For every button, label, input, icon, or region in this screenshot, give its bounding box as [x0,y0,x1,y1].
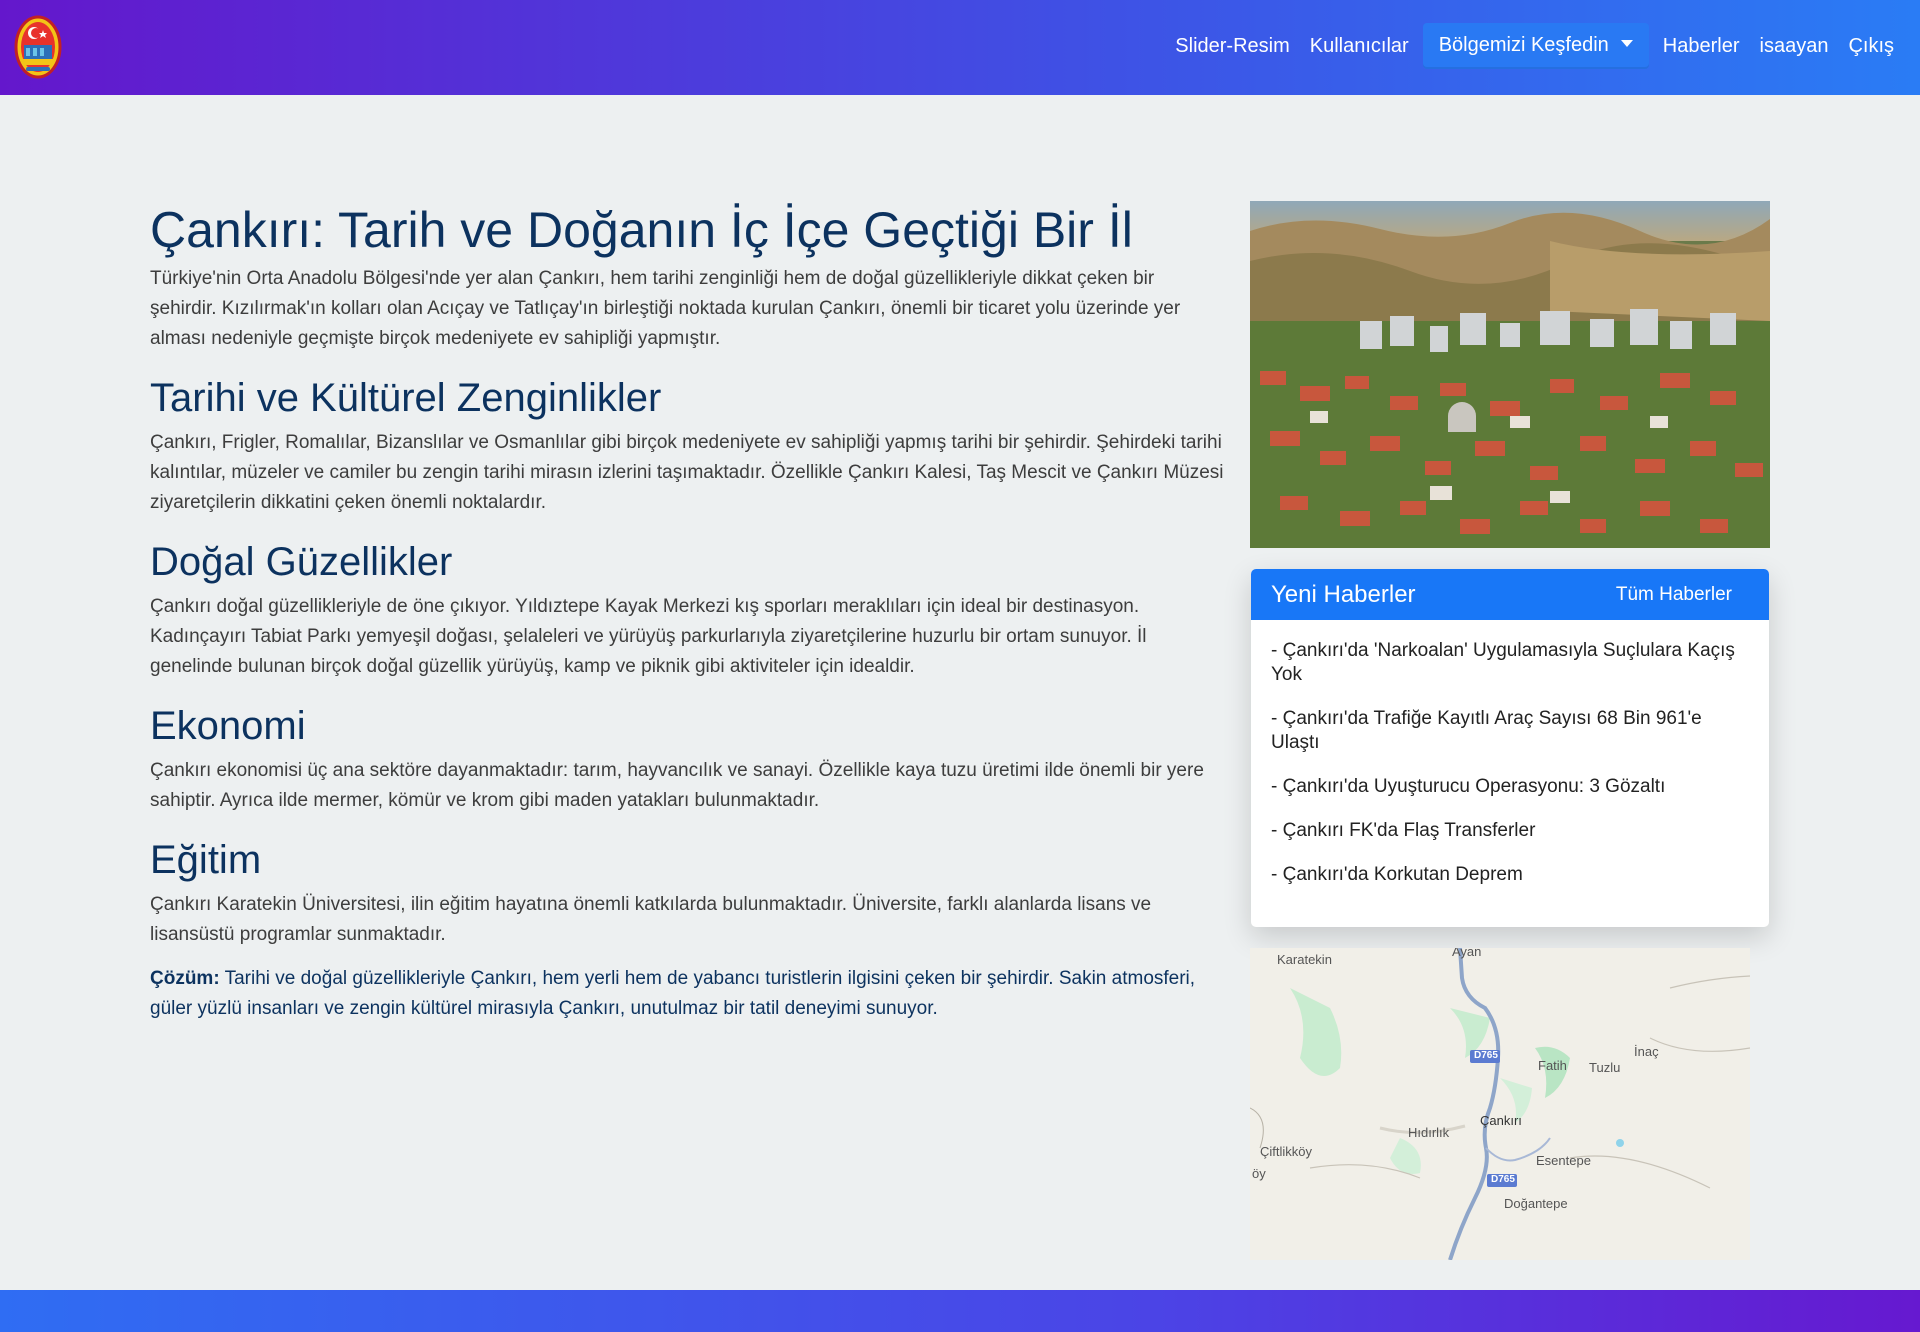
news-card: Yeni Haberler Tüm Haberler - Çankırı'da … [1251,569,1769,927]
news-item[interactable]: - Çankırı'da 'Narkoalan' Uygulamasıyla S… [1271,639,1749,687]
nav-menu: Slider-Resim Kullanıcılar Bölgemizi Keşf… [1165,22,1904,70]
map-label: Tuzlu [1589,1060,1621,1075]
section-heading-history: Tarihi ve Kültürel Zenginlikler [150,376,662,420]
page-title: Çankırı: Tarih ve Doğanın İç İçe Geçtiği… [150,202,1133,258]
section-heading-nature: Doğal Güzellikler [150,540,453,584]
map-label: Esentepe [1536,1153,1591,1168]
map-label: Doğantepe [1504,1196,1568,1211]
solution-paragraph: Çözüm: Tarihi ve doğal güzellikleriyle Ç… [150,964,1225,1024]
nav-link-kullanicilar[interactable]: Kullanıcılar [1300,35,1419,58]
map-road-badge: D765 [1474,1050,1498,1061]
map-label: Çankırı [1480,1113,1522,1128]
dropdown-label: Bölgemizi Keşfedin [1438,34,1609,56]
solution-text: Tarihi ve doğal güzellikleriyle Çankırı,… [150,968,1196,1019]
section-heading-economy: Ekonomi [150,704,306,748]
section-text-nature: Çankırı doğal güzellikleriyle de öne çık… [150,596,1147,677]
map-label: Ayan [1452,948,1482,959]
news-card-header: Yeni Haberler Tüm Haberler [1251,569,1769,620]
map-label: öy [1252,1166,1266,1181]
explore-region-dropdown[interactable]: Bölgemizi Keşfedin [1422,23,1649,69]
footer-bar [0,1290,1920,1332]
news-item[interactable]: - Çankırı FK'da Flaş Transferler [1271,819,1749,843]
news-card-title: Yeni Haberler [1271,580,1416,608]
news-item[interactable]: - Çankırı'da Korkutan Deprem [1271,863,1749,887]
top-navbar: Slider-Resim Kullanıcılar Bölgemizi Keşf… [0,0,1920,95]
nav-link-haberler[interactable]: Haberler [1653,35,1750,58]
news-item[interactable]: - Çankırı'da Uyuşturucu Operasyonu: 3 Gö… [1271,775,1749,799]
nav-link-slider-resim[interactable]: Slider-Resim [1165,35,1299,58]
map-label: Çiftlikköy [1260,1144,1313,1159]
section-text-education: Çankırı Karatekin Üniversitesi, ilin eği… [150,894,1152,945]
municipality-logo[interactable] [14,15,62,79]
city-photo [1250,201,1770,548]
section-heading-education: Eğitim [150,838,262,882]
all-news-link[interactable]: Tüm Haberler [1616,584,1732,606]
map-label: Hıdırlık [1408,1125,1450,1140]
map-label: Karatekin [1277,952,1332,967]
map-road-badge: D765 [1491,1174,1515,1185]
nav-link-logout[interactable]: Çıkış [1838,35,1904,58]
map-label: Fatih [1538,1058,1567,1073]
news-list: - Çankırı'da 'Narkoalan' Uygulamasıyla S… [1251,620,1769,887]
intro-paragraph: Türkiye'nin Orta Anadolu Bölgesi'nde yer… [150,268,1181,349]
caret-down-icon [1620,40,1633,47]
section-text-history: Çankırı, Frigler, Romalılar, Bizanslılar… [150,432,1224,513]
section-text-economy: Çankırı ekonomisi üç ana sektöre dayanma… [150,760,1204,811]
article-content: Çankırı: Tarih ve Doğanın İç İçe Geçtiği… [150,198,1225,1024]
location-map[interactable]: Karatekin Ayan D765 Fatih Tuzlu İnaç Hıd… [1250,948,1750,1260]
nav-link-user[interactable]: isaayan [1750,35,1839,58]
solution-label: Çözüm: [150,968,220,989]
map-label: İnaç [1634,1044,1659,1059]
news-item[interactable]: - Çankırı'da Trafiğe Kayıtlı Araç Sayısı… [1271,707,1749,755]
